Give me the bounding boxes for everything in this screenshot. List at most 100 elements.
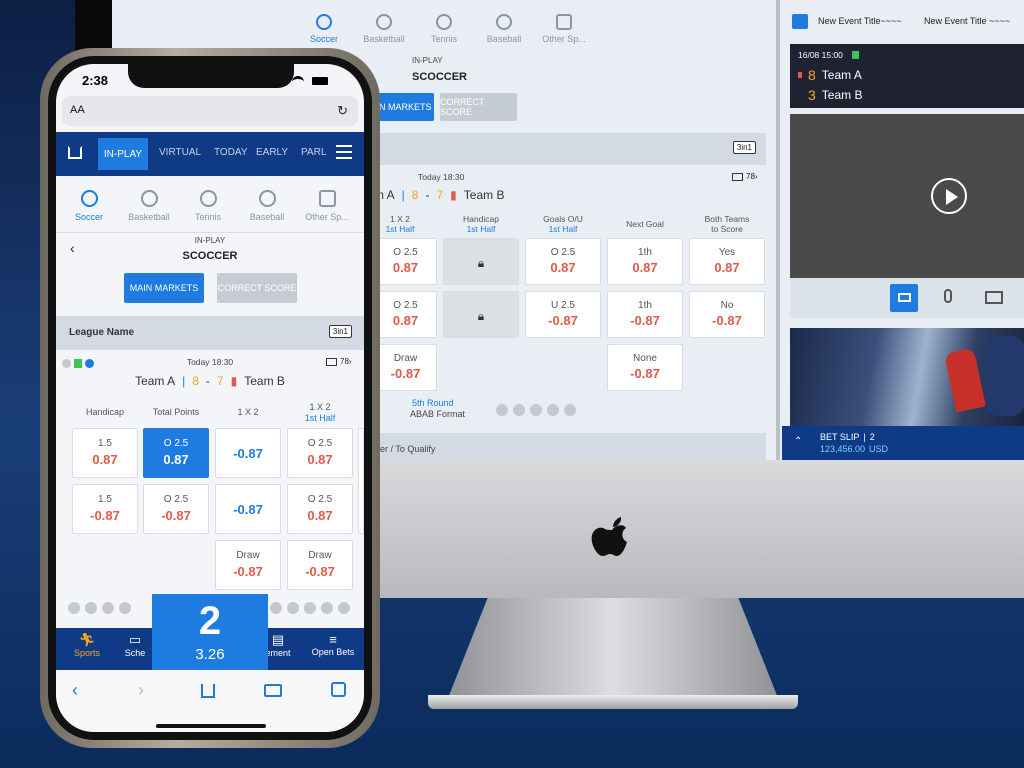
sport-tab-tennis[interactable]: Tennis [183, 190, 233, 222]
pagination-dots[interactable] [496, 403, 581, 421]
nav-today[interactable]: TODAY [214, 147, 248, 158]
sport-tab-other[interactable]: Other Sp... [534, 14, 594, 44]
basketball-icon [140, 190, 158, 207]
menu-icon[interactable] [336, 145, 352, 159]
back-arrow-icon[interactable]: ‹ [72, 680, 78, 701]
market-bar[interactable]: er / To Qualify [380, 433, 766, 460]
format-label: ABAB Format [410, 409, 466, 419]
home-icon[interactable] [68, 146, 82, 159]
odds-cell[interactable]: U 2.5 -0.87 [525, 291, 601, 338]
odds-cell[interactable]: Draw -0.87 [287, 540, 353, 590]
sport-tab-soccer[interactable]: Soccer [64, 190, 114, 222]
bookmarks-icon[interactable] [264, 684, 282, 697]
odds-cell[interactable]: O 2.5 0.87 [374, 238, 437, 285]
odds-cell[interactable]: Draw -0.87 [374, 344, 437, 391]
share-icon[interactable] [201, 684, 215, 698]
sport-tab-baseball[interactable]: Baseball [474, 14, 534, 44]
odds-cell[interactable]: No -0.87 [689, 291, 765, 338]
tv-mode-button[interactable] [890, 284, 918, 312]
address-bar[interactable]: AA ↻ [62, 96, 358, 126]
col-header-goals-ou-1st: Goals O/U 1st Half [543, 214, 583, 234]
trophy-icon [318, 190, 336, 207]
odds-cell[interactable]: O 2.5 -0.87 [143, 484, 209, 534]
open-bets-icon: ≡ [329, 632, 337, 647]
sport-tab-basketball[interactable]: Basketball [124, 190, 174, 222]
nav-inplay[interactable]: IN-PLAY [98, 138, 148, 170]
play-button[interactable] [931, 178, 967, 214]
sport-tab-baseball[interactable]: Baseball [242, 190, 292, 222]
col-header-1x2-1st: 1 X 2 1st Half [304, 402, 336, 423]
odds-cell[interactable]: 1th -0.87 [607, 291, 683, 338]
video-player[interactable] [790, 114, 1024, 278]
forward-arrow-icon[interactable]: › [138, 680, 144, 701]
chat-icon[interactable] [792, 14, 808, 29]
nav-virtual[interactable]: VIRTUAL [159, 147, 201, 158]
sports-row: Soccer Basketball Tennis Baseball Other … [294, 14, 594, 44]
odds-cell[interactable]: -0.87 [215, 484, 281, 534]
reload-icon[interactable]: ↻ [337, 103, 348, 119]
col-header-handicap: Handicap [85, 407, 125, 417]
soccer-icon [80, 190, 98, 207]
tabs-icon[interactable] [331, 682, 346, 697]
odds-cell[interactable]: 1.5 -0.87 [72, 484, 138, 534]
monitor-foot [428, 695, 798, 709]
tennis-icon [436, 14, 452, 30]
odds-cell[interactable]: O 2.5 0.87 [525, 238, 601, 285]
odds-cell[interactable]: O 2.5 0.87 [287, 428, 353, 478]
match-score-line: m A | 8- 7 ▮ Team B [374, 188, 505, 202]
sport-tab-basketball[interactable]: Basketball [354, 14, 414, 44]
video-controls [790, 278, 1024, 318]
correct-score-button[interactable]: CORRECT SCORE [217, 273, 297, 303]
nav-early[interactable]: EARLY [256, 147, 288, 158]
bet-slip-bar[interactable]: ⌃ BET SLIP | 2 123,456.00 USD [782, 426, 1024, 460]
match-datetime: 16/08 15:00 [798, 50, 843, 60]
odds-cell[interactable]: Yes 0.87 [689, 238, 765, 285]
sport-tab-other[interactable]: Other Sp... [302, 190, 352, 222]
odds-cell-selected[interactable]: O 2.5 0.87 [143, 428, 209, 478]
apple-logo [591, 517, 627, 556]
odds-cell[interactable]: -0.87 [215, 428, 281, 478]
sport-title: SCOCCER [182, 250, 238, 262]
tab-sports[interactable]: 🏃︎ Sports [66, 632, 108, 658]
floating-bet-slip[interactable]: 2 3.26 [152, 594, 268, 674]
tab-schedule[interactable]: ▭ Sche [118, 632, 152, 658]
odds-cell[interactable]: O 2.5 0.87 [287, 484, 353, 534]
odds-cell[interactable]: Draw -0.87 [215, 540, 281, 590]
tab-open-bets[interactable]: ≡ Open Bets [308, 632, 358, 657]
scrollbar[interactable] [776, 0, 780, 460]
match-time: Today 18:30 [186, 357, 234, 367]
match-time: Today 18:30 [418, 172, 465, 182]
odds-cell[interactable]: 1th 0.87 [607, 238, 683, 285]
text-size-button[interactable]: AA [70, 104, 85, 116]
correct-score-button[interactable]: CORRECT SCORE [440, 93, 517, 121]
mic-icon[interactable] [944, 289, 952, 303]
col-header-both-teams: Both Teams to Score [704, 214, 750, 234]
chevron-up-icon[interactable]: ⌃ [794, 436, 802, 447]
odds-cell[interactable]: O 2.5 0.87 [374, 291, 437, 338]
home-indicator [156, 724, 266, 728]
nav-parlay[interactable]: PARL [301, 147, 329, 158]
sport-tab-soccer[interactable]: Soccer [294, 14, 354, 44]
status-clock: 2:38 [82, 73, 109, 88]
odds-cell[interactable]: 1.5 0.87 [72, 428, 138, 478]
live-score-box: 16/08 15:00 8 Team A 3 Team B [790, 44, 1024, 108]
main-markets-button[interactable]: MAIN MARKETS [124, 273, 204, 303]
main-nav: IN-PLAY VIRTUAL TODAY EARLY PARL [56, 132, 364, 176]
odds-cell[interactable]: None -0.87 [607, 344, 683, 391]
monitor-stand [448, 598, 778, 698]
col-header-handicap-1st: Handicap 1st Half [463, 214, 499, 234]
trophy-icon [556, 14, 572, 30]
tv-count[interactable]: 78 › [732, 172, 758, 181]
event-title-2: New Event Title ~~~~ [924, 16, 1011, 26]
badge-3in1[interactable]: 3in1 [328, 325, 352, 338]
main-markets-button[interactable]: IN MARKETS [374, 93, 434, 121]
tv-icon [326, 357, 337, 366]
sport-tab-tennis[interactable]: Tennis [414, 14, 474, 44]
battery-icon [312, 77, 328, 85]
tv-count[interactable]: 78 › [326, 357, 352, 366]
col-header-next-goal: Next Goal [626, 219, 664, 229]
field-icon[interactable] [985, 291, 1003, 304]
lock-icon: 🔒︎ [477, 309, 485, 323]
league-bar[interactable]: League Name 3in1 [56, 316, 364, 350]
badge-3in1[interactable]: 3in1 [732, 141, 756, 154]
